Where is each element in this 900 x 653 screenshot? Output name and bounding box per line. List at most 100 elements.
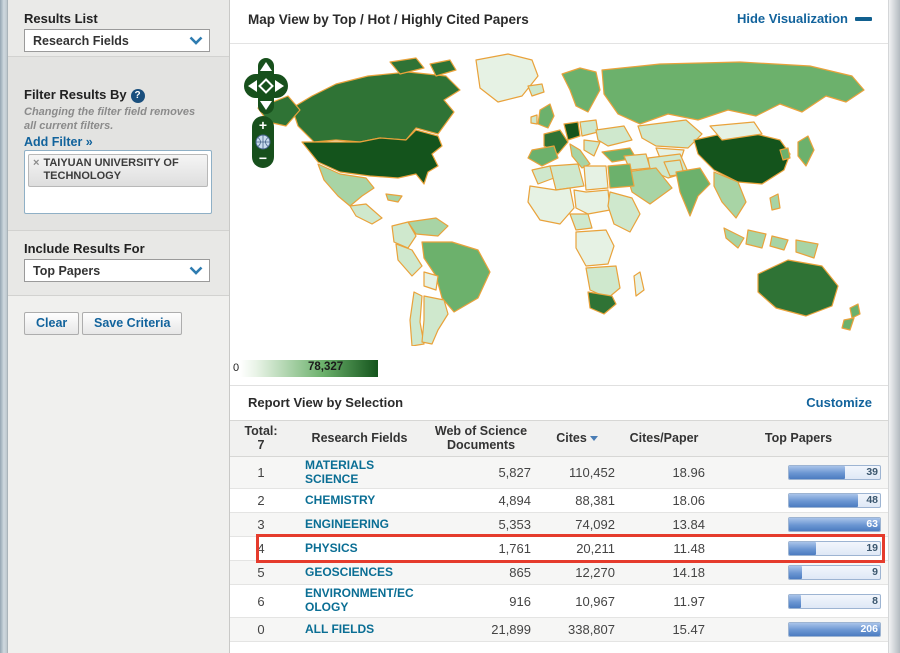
top-papers-bar-cell: 39 xyxy=(709,465,888,481)
row-wos-documents: 21,899 xyxy=(491,621,531,637)
help-icon[interactable]: ? xyxy=(130,89,145,103)
customize-link[interactable]: Customize xyxy=(806,395,872,410)
row-rank: 3 xyxy=(257,517,265,533)
table-body: 1 MATERIALS SCIENCE 5,827 110,452 18.96 … xyxy=(230,456,888,642)
zoom-out-icon: − xyxy=(259,150,267,166)
table-row: 1 MATERIALS SCIENCE 5,827 110,452 18.96 … xyxy=(230,456,888,490)
sidebar: Results List Research Fields Filter Resu… xyxy=(8,0,230,653)
map-pan-control[interactable] xyxy=(244,58,288,114)
row-rank: 4 xyxy=(257,541,265,557)
include-results-dropdown[interactable]: Top Papers xyxy=(24,259,210,282)
research-field-link[interactable]: ENGINEERING xyxy=(292,517,427,532)
remove-filter-icon[interactable]: × xyxy=(33,157,39,183)
research-field-link[interactable]: PHYSICS xyxy=(292,541,427,556)
top-papers-bar: 63 xyxy=(788,517,881,533)
results-table: Total: 7 Research Fields Web of Science … xyxy=(230,420,888,642)
main-panel: Map View by Top / Hot / Highly Cited Pap… xyxy=(230,0,888,653)
report-view-header: Report View by Selection Customize xyxy=(230,386,888,420)
top-papers-bar-cell: 19 xyxy=(709,541,888,557)
top-papers-bar-fill xyxy=(789,542,817,556)
row-cites: 10,967 xyxy=(575,593,615,609)
top-papers-bar-fill xyxy=(789,594,801,608)
table-row: 4 PHYSICS 1,761 20,211 11.48 19 xyxy=(230,534,888,564)
row-wos-documents: 1,761 xyxy=(498,541,531,557)
top-papers-bar: 39 xyxy=(788,465,881,481)
top-papers-value: 19 xyxy=(866,542,878,555)
top-papers-bar-cell: 8 xyxy=(709,593,888,609)
include-results-heading: Include Results For xyxy=(24,241,145,256)
top-papers-bar: 206 xyxy=(788,621,881,637)
vertical-scrollbar[interactable] xyxy=(888,0,900,653)
row-wos-documents: 5,827 xyxy=(498,465,531,481)
results-list-dropdown-value: Research Fields xyxy=(33,33,129,48)
chevron-down-icon xyxy=(189,36,203,45)
top-papers-bar-cell: 48 xyxy=(709,493,888,509)
hide-visualization-link[interactable]: Hide Visualization xyxy=(737,11,848,26)
row-cites-per-paper: 18.96 xyxy=(672,465,705,481)
top-papers-bar: 8 xyxy=(788,593,881,609)
map-view-header: Map View by Top / Hot / Highly Cited Pap… xyxy=(230,0,888,44)
report-view-title: Report View by Selection xyxy=(248,395,404,410)
research-field-link[interactable]: CHEMISTRY xyxy=(292,493,427,508)
top-papers-bar-fill xyxy=(789,566,802,580)
clear-button[interactable]: Clear xyxy=(24,312,80,335)
results-list-dropdown[interactable]: Research Fields xyxy=(24,29,210,52)
research-field-link[interactable]: MATERIALS SCIENCE xyxy=(292,458,427,487)
row-rank: 2 xyxy=(257,493,265,509)
col-header-research-fields: Research Fields xyxy=(311,431,408,446)
row-wos-documents: 916 xyxy=(509,593,531,609)
results-list-heading: Results List xyxy=(24,11,98,26)
row-rank: 6 xyxy=(257,593,265,609)
top-papers-value: 39 xyxy=(866,466,878,479)
research-field-link[interactable]: GEOSCIENCES xyxy=(292,565,427,580)
table-row: 3 ENGINEERING 5,353 74,092 13.84 63 xyxy=(230,513,888,538)
col-header-top-papers: Top Papers xyxy=(764,431,833,446)
table-row: 0 ALL FIELDS 21,899 338,807 15.47 206 xyxy=(230,617,888,642)
col-header-wos-documents: Web of Science Documents xyxy=(434,424,528,453)
top-papers-value: 48 xyxy=(866,494,878,507)
map-zoom-control[interactable]: + − xyxy=(252,116,274,168)
esi-app: Results List Research Fields Filter Resu… xyxy=(0,0,900,653)
scale-max-label: 78,327 xyxy=(308,361,344,373)
row-cites: 110,452 xyxy=(568,465,615,481)
left-splitter[interactable] xyxy=(0,0,8,653)
filter-heading: Filter Results By xyxy=(24,87,127,102)
row-cites: 74,092 xyxy=(575,517,615,533)
row-rank: 1 xyxy=(257,465,265,481)
col-header-total: Total: 7 xyxy=(244,424,278,453)
top-papers-bar-cell: 9 xyxy=(709,565,888,581)
top-papers-bar-fill xyxy=(789,494,859,508)
row-cites: 20,211 xyxy=(576,541,615,557)
top-papers-value: 8 xyxy=(872,594,878,607)
row-cites-per-paper: 11.97 xyxy=(673,593,705,609)
research-field-link[interactable]: ENVIRONMENT/ECOLOGY xyxy=(292,587,427,615)
sort-desc-icon xyxy=(589,436,598,442)
top-papers-bar: 9 xyxy=(788,565,881,581)
table-row: 6 ENVIRONMENT/ECOLOGY 916 10,967 11.97 8 xyxy=(230,585,888,618)
research-field-link[interactable]: ALL FIELDS xyxy=(292,622,427,637)
results-list-section: Results List Research Fields xyxy=(8,0,229,57)
row-rank: 5 xyxy=(257,565,265,581)
chevron-down-icon xyxy=(189,266,203,275)
filter-note: Changing the filter field removes all cu… xyxy=(24,106,196,132)
include-results-dropdown-value: Top Papers xyxy=(33,263,101,278)
scale-min-label: 0 xyxy=(233,362,240,374)
top-papers-value: 63 xyxy=(866,518,878,531)
collapse-minus-icon[interactable] xyxy=(855,16,872,21)
add-filter-link[interactable]: Add Filter » xyxy=(24,135,93,149)
top-papers-value: 9 xyxy=(872,566,878,579)
row-wos-documents: 865 xyxy=(509,565,531,581)
save-criteria-button[interactable]: Save Criteria xyxy=(82,312,183,335)
active-filters-box[interactable]: × TAIYUAN UNIVERSITY OF TECHNOLOGY xyxy=(24,150,212,214)
table-row: 2 CHEMISTRY 4,894 88,381 18.06 48 xyxy=(230,489,888,514)
row-cites: 12,270 xyxy=(575,565,615,581)
include-results-section: Include Results For Top Papers xyxy=(8,231,229,296)
col-header-cites-sort[interactable]: Cites xyxy=(535,428,619,448)
filter-tag[interactable]: × TAIYUAN UNIVERSITY OF TECHNOLOGY xyxy=(28,154,208,188)
row-cites-per-paper: 18.06 xyxy=(672,493,705,509)
row-cites-per-paper: 11.48 xyxy=(673,541,705,557)
top-papers-bar-cell: 206 xyxy=(709,621,888,637)
world-choropleth-map[interactable] xyxy=(240,46,880,346)
map-view-title: Map View by Top / Hot / Highly Cited Pap… xyxy=(248,12,529,27)
top-papers-bar-fill xyxy=(789,466,846,480)
